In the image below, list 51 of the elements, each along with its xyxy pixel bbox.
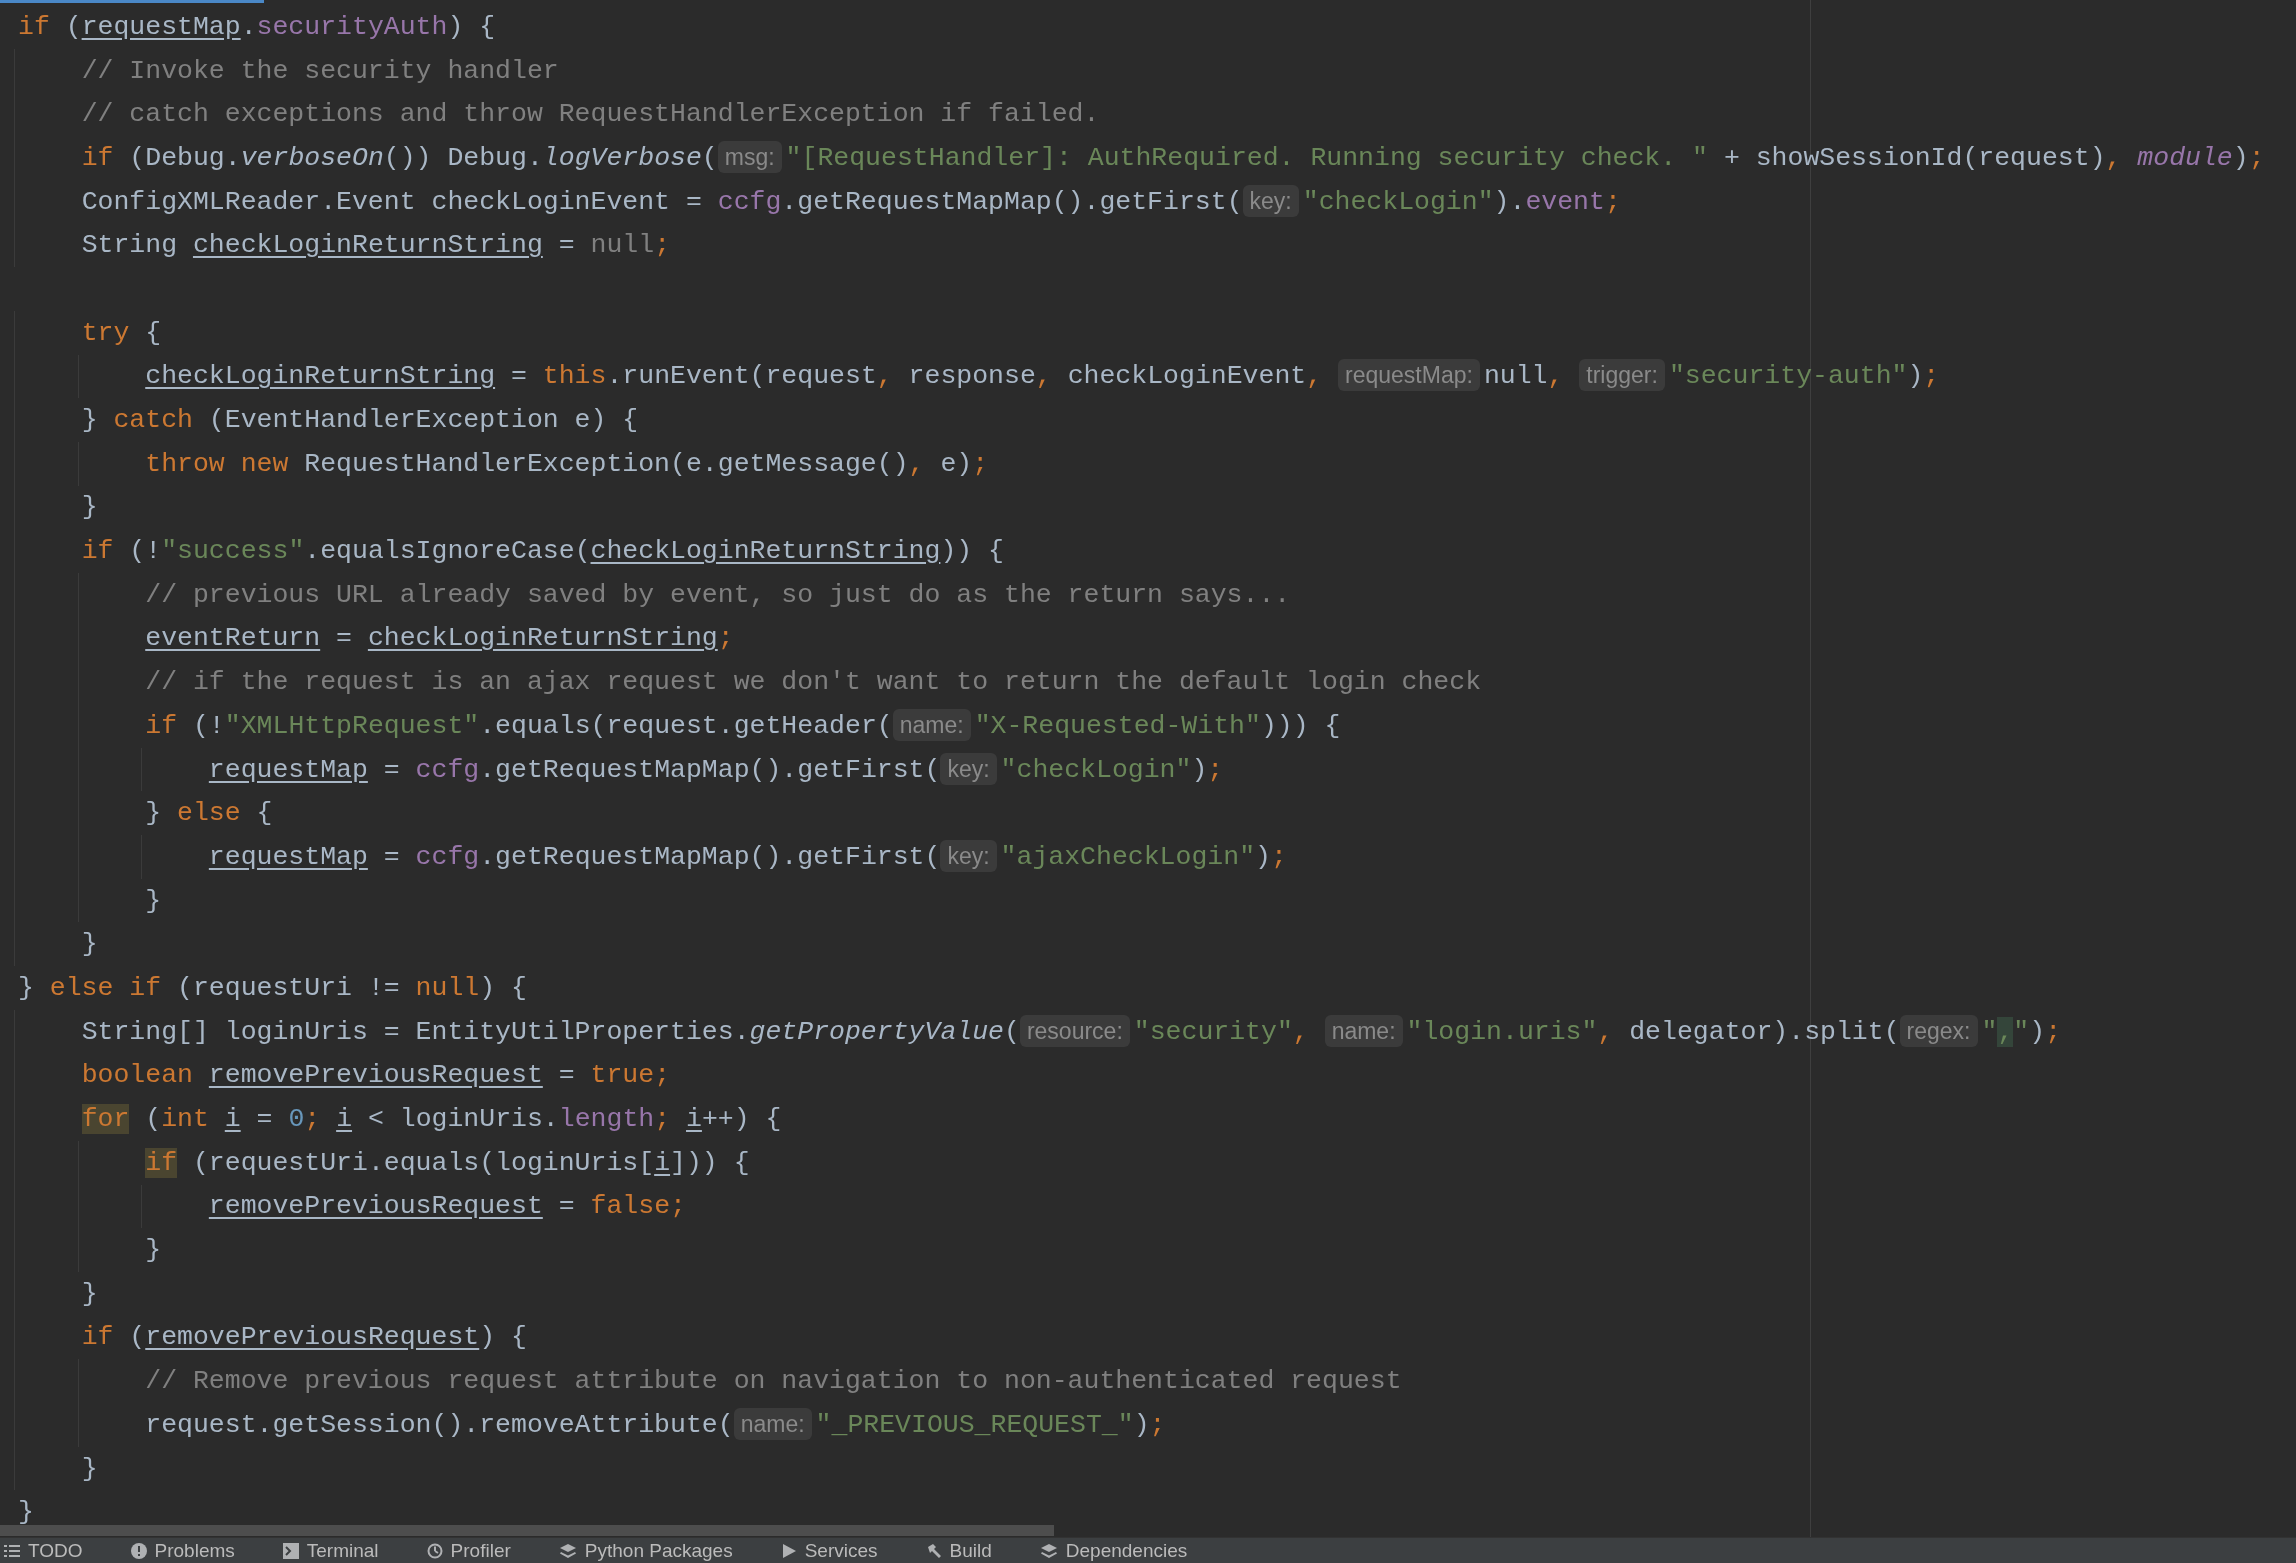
code-line: } <box>80 492 98 523</box>
code-line: if (!"success".equalsIgnoreCase(checkLoginReturnString)) { <box>80 536 1004 567</box>
hammer-icon <box>925 1542 942 1559</box>
code-line: } <box>80 1278 98 1309</box>
code-line: } <box>18 1497 34 1528</box>
terminal-icon <box>282 1542 299 1559</box>
code-line: boolean removePreviousRequest = true; <box>80 1060 671 1091</box>
gauge-icon <box>426 1542 443 1559</box>
code-line: throw new RequestHandlerException(e.getMessage(), e); <box>144 448 989 479</box>
code-line: for (int i = 0; i < loginUris.length; i++) { <box>80 1104 782 1135</box>
play-icon <box>780 1542 797 1559</box>
code-line: if (removePreviousRequest) { <box>80 1322 527 1353</box>
tool-window-button[interactable]: Python Packages <box>558 1538 733 1563</box>
code-line: if (requestMap.securityAuth) { <box>18 11 496 42</box>
code-line: ConfigXMLReader.Event checkLoginEvent = ccfg.getRequestMapMap().getFirst( key: "checkLogin").event; <box>80 186 1621 217</box>
layers-icon <box>558 1542 577 1559</box>
layers-icon <box>1039 1542 1058 1559</box>
code-line: } catch (EventHandlerException e) { <box>80 405 639 436</box>
code-line: // Invoke the security handler <box>80 55 559 86</box>
tool-window-button[interactable]: TODO <box>4 1538 83 1563</box>
code-line: String checkLoginReturnString = null; <box>80 230 671 261</box>
code-line: // Remove previous request attribute on navigation to non-authenticated request <box>144 1366 1402 1397</box>
code-line: if (!"XMLHttpRequest".equals(request.getHeader( name: "X-Requested-With"))) { <box>144 710 1341 741</box>
code-line: if (requestUri.equals(loginUris[i])) { <box>144 1147 750 1178</box>
tool-window-button[interactable]: Dependencies <box>1039 1538 1188 1563</box>
tool-window-button[interactable]: Services <box>780 1538 878 1563</box>
code-line: } <box>80 929 98 960</box>
code-line: } <box>80 1453 98 1484</box>
tool-window-button[interactable]: Profiler <box>426 1538 511 1563</box>
code-line: eventReturn = checkLoginReturnString; <box>144 623 734 654</box>
scrollbar[interactable] <box>0 1525 1054 1536</box>
code-line: // if the request is an ajax request we don't want to return the default login check <box>144 667 1482 698</box>
code-line: removePreviousRequest = false; <box>207 1191 686 1222</box>
code-line: // previous URL already saved by event, so just do as the return says... <box>144 579 1291 610</box>
tool-window-button[interactable]: Build <box>925 1538 992 1563</box>
info-icon <box>130 1542 147 1559</box>
code-line: if (Debug.verboseOn()) Debug.logVerbose( msg: "[RequestHandler]: AuthRequired. Running security check. " + showSessionId(request), module); <box>80 142 2265 173</box>
code-line: checkLoginReturnString = this.runEvent(request, response, checkLoginEvent, requestMap: null, trigger: "security-auth"); <box>144 361 1940 392</box>
code-line: // catch exceptions and throw RequestHandlerException if failed. <box>80 99 1100 130</box>
code-line: } <box>144 1235 162 1266</box>
code-line: } <box>144 885 162 916</box>
list-icon <box>4 1543 20 1558</box>
code-line: requestMap = ccfg.getRequestMapMap().getFirst( key: "checkLogin"); <box>207 754 1224 785</box>
tool-window-button[interactable]: Problems <box>130 1538 235 1563</box>
code-line: request.getSession().removeAttribute( name: "_PREVIOUS_REQUEST_"); <box>144 1409 1166 1440</box>
code-line: String[] loginUris = EntityUtilProperties.getPropertyValue( resource: "security", name: "login.uris", delegator).split( regex: ","); <box>80 1016 2062 1047</box>
code-line: requestMap = ccfg.getRequestMapMap().getFirst( key: "ajaxCheckLogin"); <box>207 841 1287 872</box>
code-line: } else { <box>144 798 273 829</box>
tool-window-button[interactable]: Terminal <box>282 1538 379 1563</box>
code-line: try { <box>80 317 162 348</box>
code-line: } else if (requestUri != null) { <box>18 972 527 1003</box>
